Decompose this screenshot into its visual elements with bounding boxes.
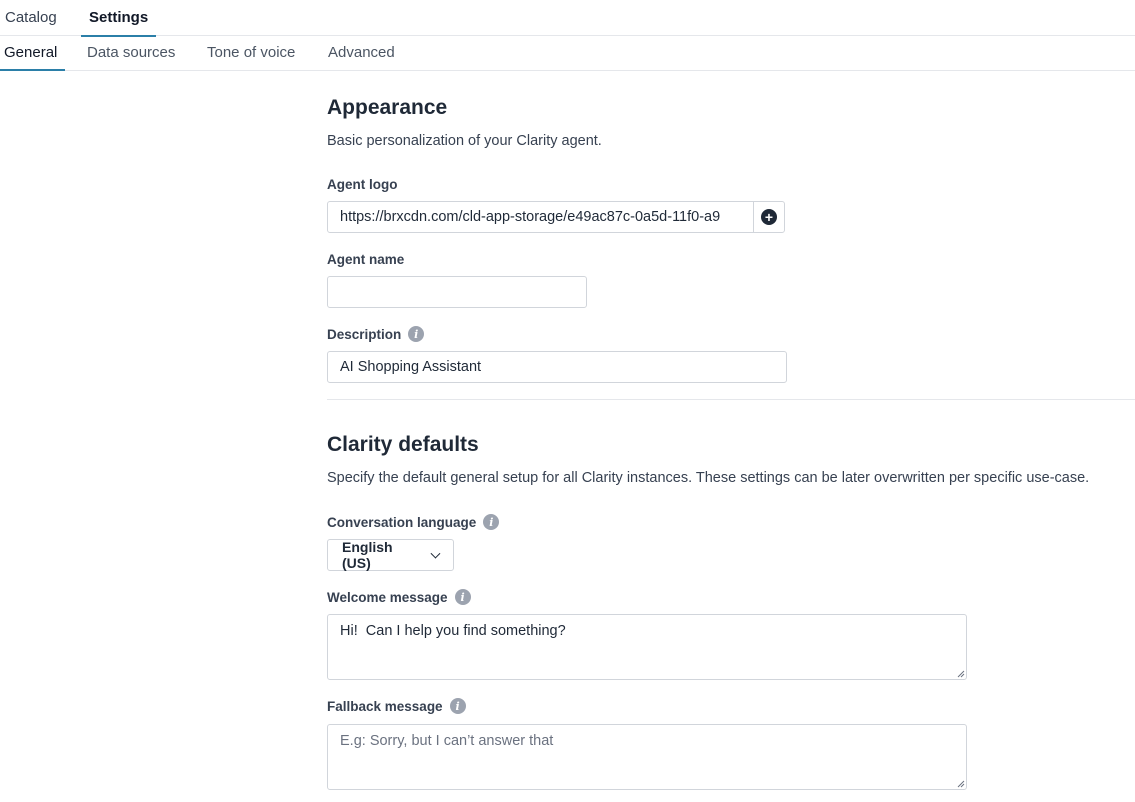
tab-settings[interactable]: Settings (80, 0, 157, 37)
agent-logo-label-text: Agent logo (327, 177, 398, 192)
agent-name-label-text: Agent name (327, 252, 405, 267)
plus-circle-icon: + (761, 209, 777, 225)
fallback-message-textarea[interactable]: E.g: Sorry, but I can’t answer that (327, 724, 967, 790)
info-icon[interactable]: i (408, 326, 425, 342)
conversation-language-select[interactable]: English (US) (327, 539, 454, 571)
description-label-text: Description (327, 326, 402, 342)
fallback-message-placeholder: E.g: Sorry, but I can’t answer that (340, 733, 554, 749)
appearance-heading: Appearance (327, 96, 448, 119)
chevron-down-icon (430, 548, 441, 558)
welcome-message-label: Welcome message i (327, 589, 471, 605)
info-icon[interactable]: i (454, 589, 471, 605)
conversation-language-label: Conversation language i (327, 514, 500, 530)
tab-general[interactable]: General (0, 36, 66, 71)
tab-advanced[interactable]: Advanced (328, 36, 395, 70)
resize-handle-icon[interactable] (956, 669, 965, 678)
conversation-language-label-text: Conversation language (327, 514, 477, 530)
description-label: Description i (327, 326, 425, 342)
info-icon[interactable]: i (483, 514, 500, 530)
resize-handle-icon[interactable] (956, 779, 965, 788)
tab-data-sources[interactable]: Data sources (87, 36, 175, 70)
agent-logo-input[interactable]: https://brxcdn.com/cld-app-storage/e49ac… (328, 202, 753, 232)
info-icon[interactable]: i (449, 698, 466, 714)
tab-catalog[interactable]: Catalog (5, 0, 57, 36)
tab-tone-of-voice[interactable]: Tone of voice (207, 36, 295, 70)
welcome-message-text: Hi! Can I help you find something? (340, 623, 566, 639)
settings-sub-tab-bar: General Data sources Tone of voice Advan… (0, 36, 1135, 71)
description-input[interactable]: AI Shopping Assistant (327, 351, 787, 383)
top-tab-bar: Catalog Settings (0, 0, 1135, 37)
section-divider (327, 399, 1135, 400)
clarity-defaults-heading: Clarity defaults (327, 433, 479, 456)
appearance-description: Basic personalization of your Clarity ag… (327, 133, 602, 149)
agent-name-input[interactable] (327, 276, 587, 308)
agent-logo-add-button[interactable]: + (753, 202, 784, 232)
welcome-message-textarea[interactable]: Hi! Can I help you find something? (327, 614, 967, 680)
agent-name-label: Agent name (327, 252, 404, 267)
clarity-defaults-description: Specify the default general setup for al… (327, 470, 1090, 486)
fallback-message-label: Fallback message i (327, 698, 466, 714)
agent-logo-input-group: https://brxcdn.com/cld-app-storage/e49ac… (327, 201, 785, 233)
fallback-message-label-text: Fallback message (327, 698, 443, 714)
agent-logo-label: Agent logo (327, 177, 398, 192)
welcome-message-label-text: Welcome message (327, 589, 448, 605)
conversation-language-value: English (US) (342, 539, 393, 571)
